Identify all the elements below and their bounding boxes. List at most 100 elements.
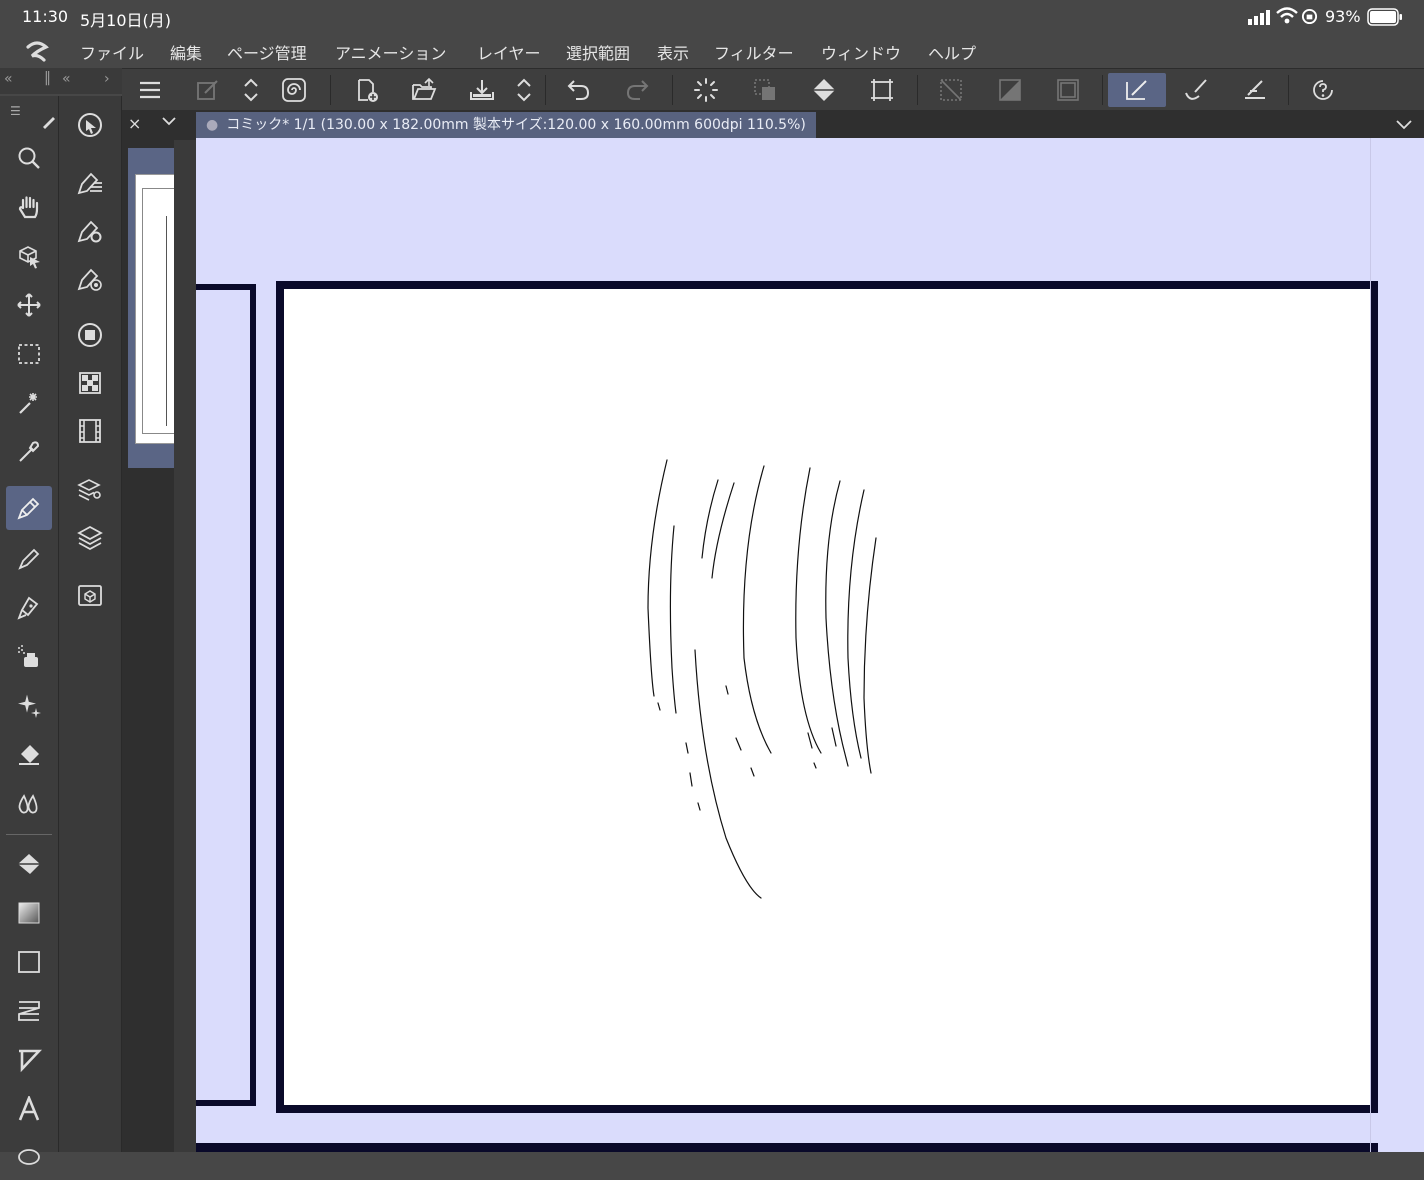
menu-edit[interactable]: 編集: [170, 40, 202, 64]
pen-small-icon: [40, 112, 58, 134]
eyedropper-icon: [19, 441, 40, 462]
loading-spinner-icon: [694, 78, 718, 102]
layer-property-button[interactable]: [69, 468, 111, 510]
tool-palette: ☰: [0, 96, 59, 1165]
chevron-down-icon[interactable]: [160, 112, 178, 134]
divider-grip-icon[interactable]: ‖: [44, 70, 51, 86]
material-button[interactable]: [69, 574, 111, 616]
move-icon: [17, 293, 41, 317]
edit-button[interactable]: [191, 73, 225, 107]
pencil-tool[interactable]: [6, 537, 52, 581]
battery-icon: [1367, 8, 1403, 30]
close-icon[interactable]: ×: [128, 114, 141, 133]
material-folder-icon: [78, 585, 102, 606]
signal-icon: [1248, 9, 1272, 29]
palette-menu-icon[interactable]: ☰: [10, 104, 21, 118]
menu-page[interactable]: ページ管理: [227, 40, 307, 64]
page-thumbnail[interactable]: [128, 148, 176, 468]
color-grid-icon: [79, 372, 101, 394]
color-wheel-button[interactable]: [69, 314, 111, 356]
redo-button[interactable]: [620, 73, 654, 107]
hand-tool[interactable]: [6, 185, 52, 229]
toolbar-scroll-button[interactable]: [507, 73, 541, 107]
menu-button[interactable]: [133, 73, 167, 107]
object-tool[interactable]: [6, 234, 52, 278]
status-date: 5月10日(月): [80, 11, 172, 30]
ruler-pen-button[interactable]: [1238, 73, 1272, 107]
pen-check-button[interactable]: [1108, 73, 1166, 107]
selection-tool[interactable]: [6, 332, 52, 376]
sub-tool-palette: [59, 96, 122, 1152]
frame-button[interactable]: [1051, 73, 1085, 107]
deselect-button[interactable]: [934, 73, 968, 107]
expand-right-icon[interactable]: ›: [104, 71, 110, 87]
menu-file[interactable]: ファイル: [80, 40, 144, 64]
toolbar-scroll-button[interactable]: [234, 73, 268, 107]
edit-layer-icon: [197, 80, 218, 100]
eraser-tool[interactable]: [6, 733, 52, 777]
zoom-tool[interactable]: [6, 136, 52, 180]
help-button[interactable]: [1306, 73, 1340, 107]
tool-property-button[interactable]: [69, 210, 111, 252]
move-tool[interactable]: [6, 283, 52, 327]
collapse-left-icon[interactable]: «: [62, 71, 71, 87]
menu-help[interactable]: ヘルプ: [928, 40, 976, 64]
clip-studio-button[interactable]: [277, 73, 311, 107]
pen-tool[interactable]: [6, 486, 52, 530]
menu-layer[interactable]: レイヤー: [477, 40, 541, 64]
menu-view[interactable]: 表示: [657, 40, 689, 64]
timeline-button[interactable]: [69, 410, 111, 452]
figure-tool[interactable]: [6, 940, 52, 984]
transform-selection-button[interactable]: [748, 73, 782, 107]
ruler-tool[interactable]: [6, 1038, 52, 1082]
brush-size-icon: [77, 268, 102, 291]
ruler-icon: [19, 1049, 42, 1073]
blend-tool[interactable]: [6, 782, 52, 826]
chevron-down-icon[interactable]: [1394, 114, 1414, 138]
new-button[interactable]: [350, 73, 384, 107]
sub-tool-button[interactable]: [69, 162, 111, 204]
menu-filter[interactable]: フィルター: [714, 40, 794, 64]
decoration-tool[interactable]: [6, 684, 52, 728]
vertical-arrows-icon: [517, 78, 531, 102]
fill-button[interactable]: [807, 73, 841, 107]
balloon-tool[interactable]: [6, 1136, 52, 1180]
brush-button[interactable]: [1179, 73, 1213, 107]
layer-button[interactable]: [69, 516, 111, 558]
navigator-button[interactable]: [69, 104, 111, 146]
crop-button[interactable]: [865, 73, 899, 107]
canvas-area[interactable]: [196, 138, 1424, 1152]
menu-animation[interactable]: アニメーション: [335, 40, 446, 64]
gradient-tool[interactable]: [6, 891, 52, 935]
redo-icon: [626, 80, 649, 100]
invert-selection-button[interactable]: [993, 73, 1027, 107]
menu-window[interactable]: ウィンドウ: [821, 40, 901, 64]
open-button[interactable]: [407, 73, 441, 107]
save-button[interactable]: [465, 73, 499, 107]
brush-tool[interactable]: [6, 586, 52, 630]
text-tool[interactable]: [6, 1087, 52, 1131]
brush-size-button[interactable]: [69, 258, 111, 300]
frame-icon: [1057, 79, 1079, 101]
gradient-icon: [18, 902, 40, 924]
airbrush-tool[interactable]: [6, 635, 52, 679]
document-tab[interactable]: ● コミック* 1/1 (130.00 x 182.00mm 製本サイズ:120.…: [196, 112, 816, 138]
spiral-icon: [282, 78, 306, 102]
auto-select-tool[interactable]: [6, 381, 52, 425]
loading-button[interactable]: [689, 73, 723, 107]
panel-scrollbar[interactable]: [174, 140, 196, 1152]
frame-border-tool[interactable]: [6, 989, 52, 1033]
color-set-button[interactable]: [69, 362, 111, 404]
menu-selection[interactable]: 選択範囲: [566, 40, 630, 64]
collapse-left-icon[interactable]: «: [4, 71, 13, 87]
vertical-arrows-icon: [244, 78, 258, 102]
pen-check-icon: [1126, 80, 1147, 100]
undo-button[interactable]: [562, 73, 596, 107]
eraser-icon: [19, 745, 39, 765]
app-logo-icon[interactable]: [24, 38, 50, 68]
tab-dot-icon: ●: [206, 117, 219, 133]
status-time: 11:30: [22, 7, 69, 26]
eyedropper-tool[interactable]: [6, 430, 52, 474]
invert-selection-icon: [999, 79, 1021, 101]
fill-tool[interactable]: [6, 842, 52, 886]
